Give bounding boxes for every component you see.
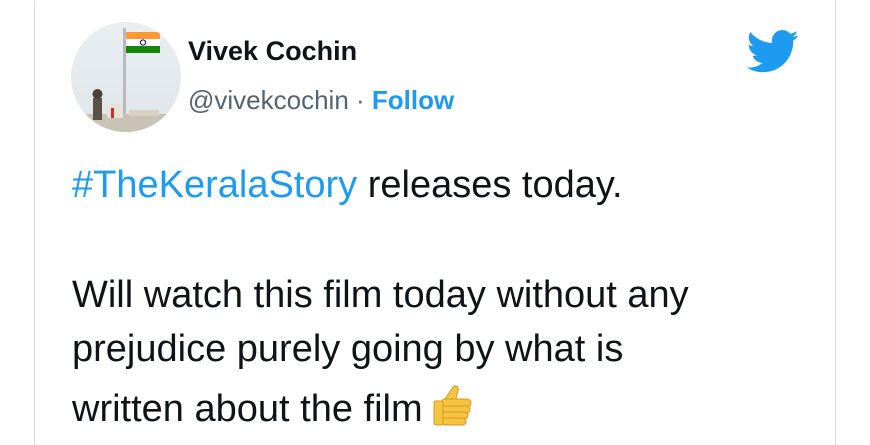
thumbs-up-emoji	[433, 385, 472, 426]
tweet-line-4: written about the film	[72, 383, 475, 428]
tweet-line-3: prejudice purely going by what is	[72, 328, 624, 370]
tweet-text-1: releases today.	[357, 164, 623, 206]
author-handle[interactable]: @vivekcochin	[188, 85, 349, 115]
author-meta: @vivekcochin · Follow	[188, 85, 454, 116]
twitter-bird-icon[interactable]	[746, 30, 800, 74]
follow-button[interactable]: Follow	[372, 85, 454, 115]
meta-separator: ·	[356, 85, 372, 115]
author-name[interactable]: Vivek Cochin	[188, 36, 357, 67]
avatar[interactable]	[71, 22, 181, 132]
tweet-embed-page: Vivek Cochin @vivekcochin · Follow #TheK…	[0, 0, 870, 445]
avatar-flag-image	[71, 22, 181, 132]
tweet-text-4: written about the film	[72, 388, 423, 430]
hashtag-link[interactable]: #TheKeralaStory	[72, 164, 357, 206]
tweet-line-2: Will watch this film today without any	[72, 274, 689, 316]
tweet-line-1: #TheKeralaStory releases today.	[72, 166, 623, 204]
